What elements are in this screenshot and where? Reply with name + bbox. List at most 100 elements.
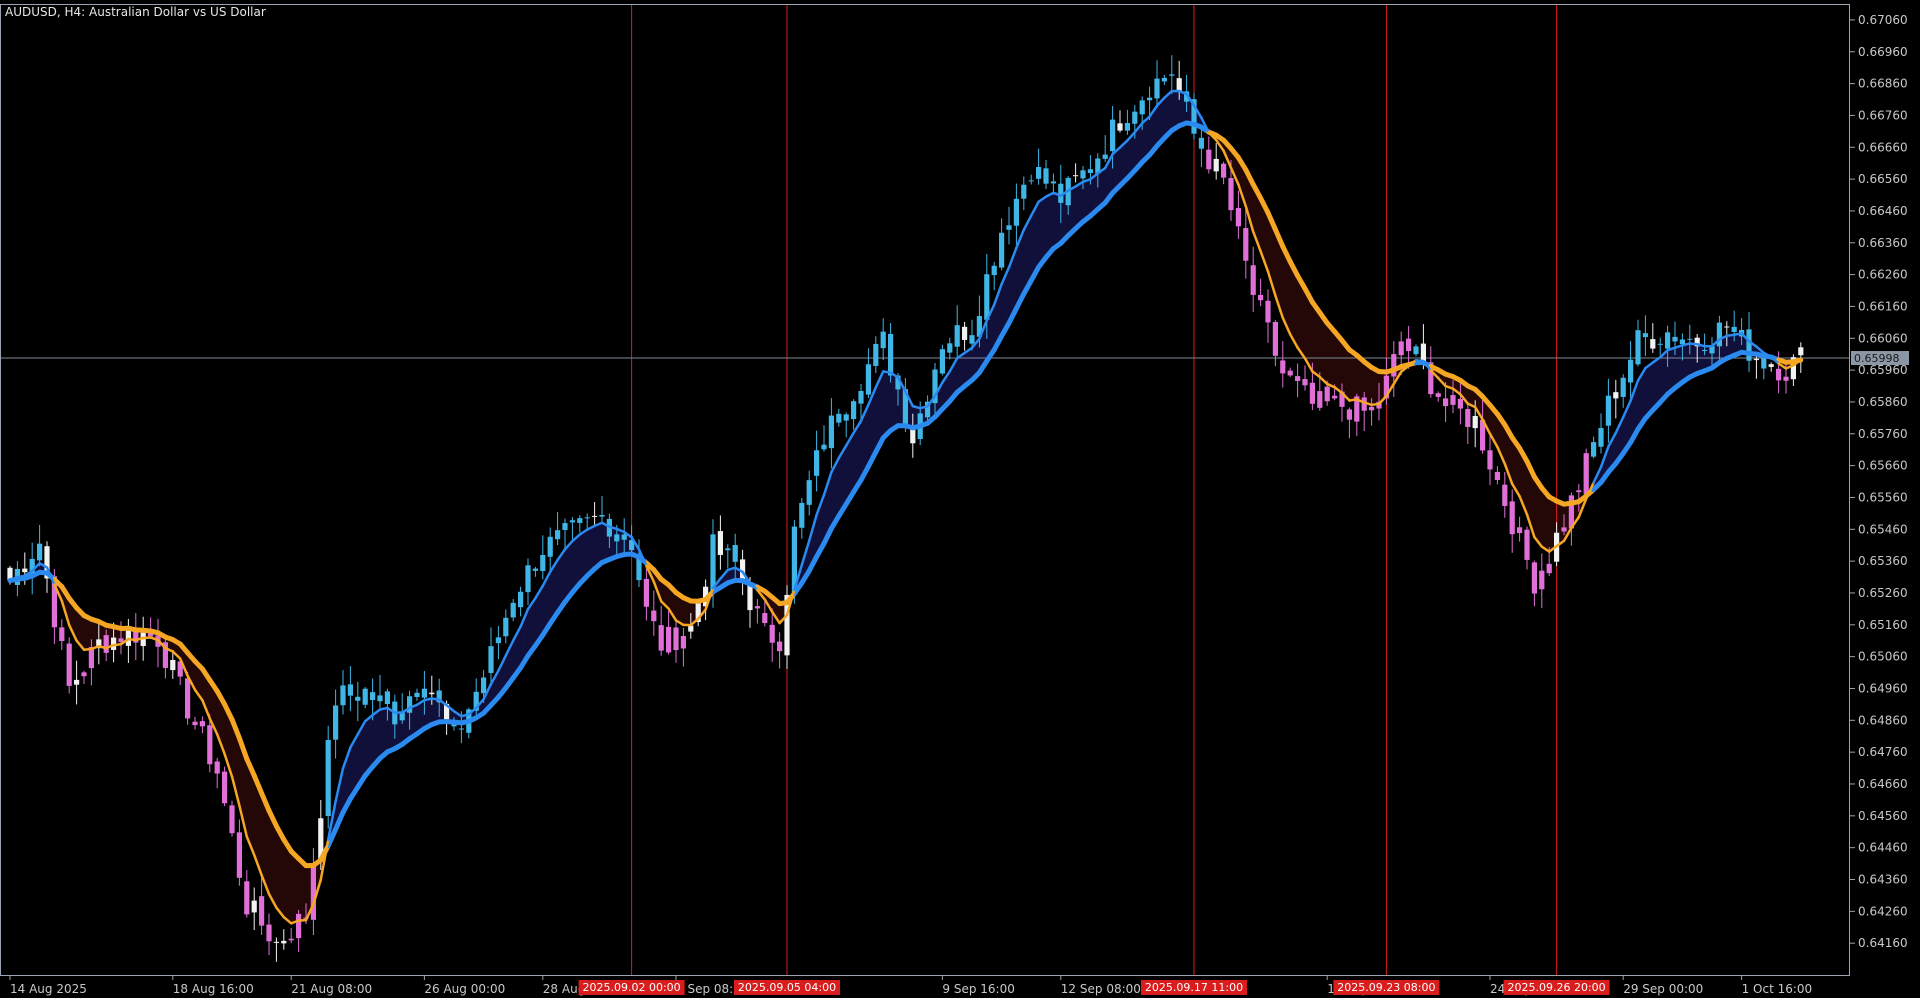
candle-body	[1124, 123, 1130, 131]
candle-body	[1132, 111, 1138, 124]
candle-body	[66, 643, 72, 686]
candle-body	[1502, 484, 1508, 506]
price-tick-label: 0.65460	[1858, 522, 1908, 536]
candle-body	[732, 545, 738, 562]
candle-body	[673, 627, 679, 651]
candle-body	[1665, 332, 1671, 349]
price-tick-label: 0.64760	[1858, 745, 1908, 759]
price-tick-label: 0.66160	[1858, 299, 1908, 313]
candle-body	[1761, 358, 1767, 369]
price-tick-label: 0.64460	[1858, 841, 1908, 855]
candle-body	[828, 415, 834, 449]
event-line-label: 2025.09.05 04:00	[738, 981, 836, 994]
candle-body	[244, 881, 250, 915]
candle-body	[118, 638, 124, 642]
candle-body	[1324, 386, 1330, 402]
candle	[939, 344, 945, 376]
candle-body	[1628, 359, 1634, 383]
candle-body	[1250, 265, 1256, 295]
price-tick-label: 0.66460	[1858, 204, 1908, 218]
candle-body	[74, 679, 80, 685]
candle-body	[510, 602, 516, 618]
candle-body	[1642, 333, 1648, 338]
candle-body	[421, 688, 427, 698]
candle-body	[1036, 166, 1042, 179]
candle-body	[1657, 343, 1663, 345]
candle-body	[947, 343, 953, 353]
candle	[1191, 93, 1197, 140]
candle-body	[799, 502, 805, 528]
candle-body	[806, 480, 812, 505]
candle-body	[1450, 395, 1456, 405]
candle-body	[333, 705, 339, 740]
candle-body	[1561, 527, 1567, 532]
candle-body	[1176, 78, 1182, 91]
candle-body	[1613, 392, 1619, 399]
candle-body	[1465, 409, 1471, 427]
candle-body	[1517, 527, 1523, 534]
candle-body	[858, 391, 864, 404]
candle-body	[1650, 339, 1656, 349]
candle-body	[769, 624, 775, 643]
candle-body	[1539, 570, 1545, 590]
candle-body	[954, 325, 960, 347]
candle-body	[1583, 453, 1589, 495]
candle-body	[1494, 471, 1500, 480]
candle-body	[503, 617, 509, 637]
candle-body	[1169, 74, 1175, 76]
candle	[325, 725, 331, 829]
candle-body	[377, 695, 383, 702]
candle-body	[222, 771, 228, 804]
candle-body	[1435, 393, 1441, 397]
candle-body	[688, 625, 694, 632]
candle-body	[651, 610, 657, 622]
candle-body	[843, 414, 849, 421]
current-price-tag: 0.65998	[1851, 351, 1909, 366]
candle-body	[1598, 428, 1604, 447]
candle-body	[214, 761, 220, 774]
price-tick-label: 0.64260	[1858, 904, 1908, 918]
time-tick-label: 29 Sep 00:00	[1623, 982, 1703, 996]
event-line-label: 2025.09.26 20:00	[1508, 981, 1606, 994]
candle-body	[1110, 119, 1116, 152]
candle-body	[192, 721, 198, 726]
candle-body	[1679, 339, 1685, 345]
candle-body	[984, 274, 990, 320]
candle-body	[836, 413, 842, 423]
candle-body	[1783, 376, 1789, 381]
candle-body	[680, 635, 686, 649]
candle-body	[969, 335, 975, 344]
candle-body	[540, 554, 546, 572]
time-tick-label: 12 Sep 08:00	[1061, 982, 1141, 996]
candle-body	[355, 696, 361, 701]
candle-body	[873, 343, 879, 366]
candle	[66, 637, 72, 694]
price-chart[interactable]: 0.67060 0.66960 0.66860 0.66760 0.66660 0.665…	[0, 0, 1920, 998]
candle-body	[1050, 181, 1056, 184]
time-tick-label: 1 Oct 16:00	[1742, 982, 1813, 996]
candle-body	[577, 518, 583, 523]
price-tick-label: 0.66960	[1858, 45, 1908, 59]
candle-body	[37, 543, 43, 561]
candle-body	[1287, 370, 1293, 376]
candle-body	[495, 637, 501, 644]
price-tick-label: 0.66560	[1858, 172, 1908, 186]
candle-body	[1531, 562, 1537, 594]
candle-body	[1472, 415, 1478, 429]
candle-body	[207, 725, 213, 765]
candle-body	[1487, 450, 1493, 470]
candle-body	[1139, 100, 1145, 115]
candle-body	[1620, 377, 1626, 397]
candle-body	[1028, 180, 1034, 182]
candle-body	[384, 691, 390, 704]
candle-body	[259, 896, 265, 926]
candle-body	[458, 728, 464, 730]
candle-body	[266, 924, 272, 942]
price-tick-label: 0.64160	[1858, 936, 1908, 950]
candle-body	[1672, 336, 1678, 342]
candle-body	[429, 692, 435, 695]
candle	[222, 766, 228, 807]
candle-body	[621, 534, 627, 540]
price-tick-label: 0.64960	[1858, 681, 1908, 695]
candle-body	[1391, 354, 1397, 377]
